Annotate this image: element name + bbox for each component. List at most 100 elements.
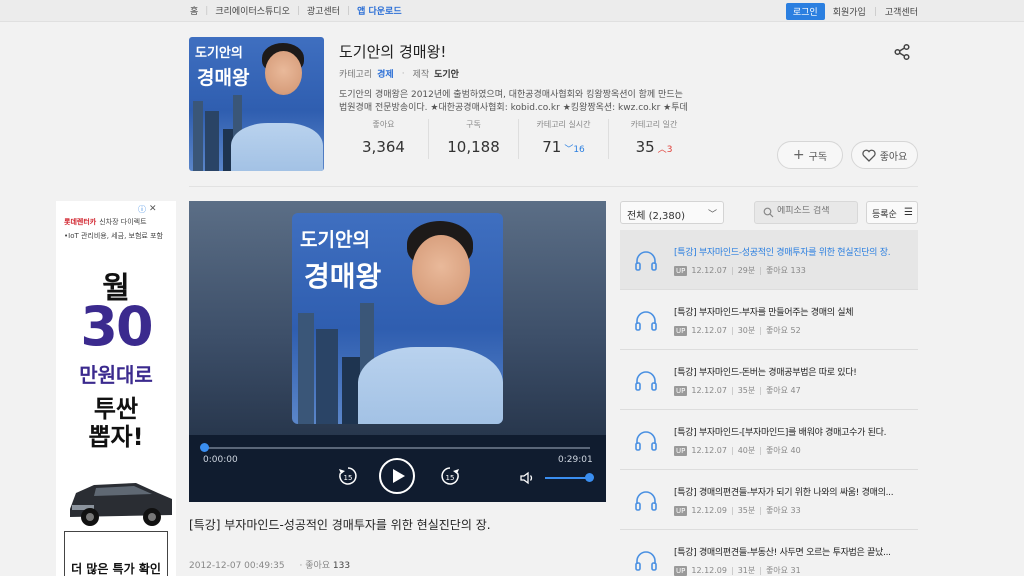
- sort-icon: ☰: [904, 207, 913, 218]
- play-button[interactable]: [379, 458, 415, 494]
- headphones-icon: [635, 491, 657, 511]
- top-nav-left: 홈 | 크리에이터스튜디오 | 광고센터 | 앱 다운로드: [190, 4, 402, 18]
- headphones-icon: [635, 371, 657, 391]
- episode-date: 12.12.07: [691, 326, 727, 335]
- ad-call-to-action: 뽑자!: [88, 423, 144, 451]
- sort-label: 등록순: [872, 210, 897, 220]
- stat-category-daily: 카테고리 일간 35 ︿3: [609, 119, 699, 159]
- episode-datetime: 2012-12-07 00:49:35: [189, 561, 285, 571]
- ad-price: 30: [80, 295, 153, 358]
- episode-likes: 좋아요 40: [765, 446, 801, 455]
- episode-meta: UP 12.12.07 | 40분 | 좋아요 40: [674, 445, 801, 456]
- cover-person-body: [358, 347, 503, 424]
- nav-creator-studio-link[interactable]: 크리에이터스튜디오: [215, 4, 290, 17]
- list-item[interactable]: [특강] 부자마인드-돈버는 경매공부법은 따로 있다! UP 12.12.07…: [620, 350, 918, 410]
- list-item[interactable]: [특강] 경매의편견들-부자가 되기 위한 나와의 싸움! 경매의... UP …: [620, 470, 918, 530]
- search-icon: [763, 207, 774, 218]
- list-item[interactable]: [특강] 부자마인드-부자를 만들어주는 경매의 실체 UP 12.12.07 |…: [620, 290, 918, 350]
- plus-icon: +: [792, 147, 805, 163]
- episode-likes: 좋아요 52: [765, 326, 801, 335]
- episode-search-input[interactable]: [777, 206, 855, 216]
- rewind-15-icon[interactable]: 15: [337, 465, 359, 487]
- episode-title: [특강] 경매의편견들-부동산! 사두면 오르는 투자법은 끝났...: [674, 548, 891, 558]
- ad-price-unit: 만원대로: [79, 363, 153, 387]
- ad-close-icon[interactable]: ✕: [149, 204, 157, 214]
- volume-icon[interactable]: [520, 471, 536, 485]
- up-badge: UP: [674, 565, 688, 576]
- like-button[interactable]: 좋아요: [851, 141, 918, 169]
- headphones-icon: [635, 311, 657, 331]
- nav-separator: |: [296, 5, 300, 16]
- producer-label: 제작: [412, 70, 430, 80]
- nav-app-download-link[interactable]: 앱 다운로드: [357, 4, 402, 17]
- episode-search[interactable]: [754, 201, 858, 224]
- description-line: 법원경매 전문방송이다. ★대한공경매사협회: kobid.co.kr ★킹왕짱…: [339, 103, 688, 113]
- up-badge: UP: [674, 505, 688, 516]
- audio-player: 도기안의 경매왕 0:00:00 0:29:01 15 15: [189, 201, 606, 502]
- stat-label: 카테고리 일간: [630, 120, 678, 129]
- header-divider: [189, 186, 918, 187]
- sort-button[interactable]: 등록순 ☰: [866, 201, 918, 224]
- podcast-title: 도기안의 경매왕!: [339, 43, 447, 61]
- nav-home-link[interactable]: 홈: [190, 4, 198, 17]
- car-image: [70, 483, 172, 526]
- customer-center-link[interactable]: 고객센터: [885, 5, 918, 18]
- subscribe-button[interactable]: + 구독: [777, 141, 843, 169]
- headphones-icon: [635, 251, 657, 271]
- up-badge: UP: [674, 325, 688, 336]
- episode-date: 12.12.07: [691, 446, 727, 455]
- svg-text:15: 15: [344, 474, 353, 482]
- cover-building: [205, 111, 219, 171]
- cover-building: [193, 101, 203, 171]
- ad-subtext: •IoT 관리비용, 세금, 보험료 포함: [64, 232, 163, 240]
- forward-15-icon[interactable]: 15: [439, 465, 461, 487]
- episode-title: [특강] 부자마인드-성공적인 경매투자를 위한 현실진단의 장.: [674, 248, 891, 258]
- list-item[interactable]: [특강] 경매의편견들-부동산! 사두면 오르는 투자법은 끝났... UP 1…: [620, 530, 918, 576]
- cover-building: [316, 329, 338, 424]
- stat-label: 카테고리 실시간: [536, 120, 591, 129]
- subscribe-label: 구독: [808, 151, 828, 163]
- episode-date: 12.12.09: [691, 506, 727, 515]
- stat-subscribers: 구독 10,188: [429, 119, 519, 159]
- episode-likes: · 좋아요 133: [299, 561, 351, 571]
- producer-name[interactable]: 도기안: [434, 67, 459, 80]
- share-icon[interactable]: [893, 43, 911, 61]
- episode-filter-select[interactable]: 전체 (2,380) ﹀: [620, 201, 724, 224]
- ad-more-deals-button[interactable]: 더 많은 특가 확인: [64, 531, 168, 576]
- cover-person-body: [231, 123, 323, 171]
- nav-separator: |: [347, 5, 351, 16]
- episode-likes: 좋아요 31: [765, 566, 801, 575]
- ad-info-icon[interactable]: ⓘ: [138, 204, 146, 215]
- cover-title-line2: 경매왕: [304, 260, 382, 293]
- episode-likes: 좋아요 47: [765, 386, 801, 395]
- volume-handle[interactable]: [585, 473, 594, 482]
- list-item[interactable]: [특강] 부자마인드-성공적인 경매투자를 위한 현실진단의 장. UP 12.…: [620, 230, 918, 290]
- nav-ad-center-link[interactable]: 광고센터: [307, 4, 340, 17]
- episode-meta: UP 12.12.09 | 35분 | 좋아요 33: [674, 505, 801, 516]
- seek-bar[interactable]: [203, 447, 590, 449]
- side-advertisement[interactable]: 롯데렌터카 신차장 다이렉트 •IoT 관리비용, 세금, 보험료 포함 월 30…: [56, 201, 176, 576]
- episode-title: [특강] 부자마인드-부자를 만들어주는 경매의 실체: [674, 308, 854, 318]
- episode-meta: UP 12.12.09 | 31분 | 좋아요 31: [674, 565, 801, 576]
- podcast-stats: 좋아요 3,364 구독 10,188 카테고리 실시간 71 ﹀16 카테고리 …: [339, 119, 699, 159]
- episode-date: 12.12.07: [691, 386, 727, 395]
- episode-title: [특강] 경매의편견들-부자가 되기 위한 나와의 싸움! 경매의...: [674, 488, 894, 498]
- category-label: 카테고리: [339, 70, 373, 80]
- episode-date: 12.12.07: [691, 266, 727, 275]
- episode-duration: 30분: [737, 326, 756, 335]
- signup-link[interactable]: 회원가입: [833, 5, 866, 18]
- list-item[interactable]: [특강] 부자마인드-[부자마인드]를 배워야 경매고수가 된다. UP 12.…: [620, 410, 918, 470]
- volume-slider[interactable]: [545, 477, 590, 479]
- svg-text:15: 15: [446, 474, 455, 482]
- meta-separator: ·: [401, 68, 405, 79]
- like-label: 좋아요: [879, 151, 908, 163]
- cover-title-line2: 경매왕: [197, 67, 250, 89]
- stat-likes: 좋아요 3,364: [339, 119, 429, 159]
- episode-duration: 31분: [737, 566, 756, 575]
- category-link[interactable]: 경제: [377, 67, 394, 80]
- episode-title: [특강] 부자마인드-돈버는 경매공부법은 따로 있다!: [674, 368, 857, 378]
- login-button[interactable]: 로그인: [785, 3, 825, 20]
- nav-separator: |: [205, 5, 209, 16]
- seek-handle[interactable]: [200, 443, 209, 452]
- current-time: 0:00:00: [203, 455, 238, 465]
